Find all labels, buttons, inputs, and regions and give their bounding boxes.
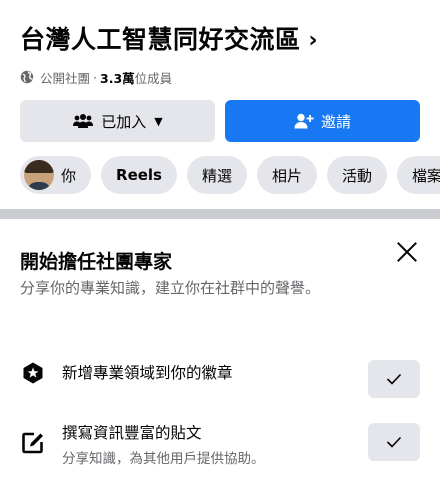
tab-reels[interactable]: Reels bbox=[101, 156, 177, 194]
meta-separator: · bbox=[93, 69, 97, 85]
chevron-right-icon[interactable]: › bbox=[309, 28, 318, 53]
group-meta: 公開社團 · 3.3萬 位成員 bbox=[20, 64, 420, 90]
badge-star-icon bbox=[20, 360, 46, 386]
task-label: 新增專業領域到你的徽章 bbox=[62, 364, 233, 382]
tab-featured-label: 精選 bbox=[201, 166, 232, 185]
caret-down-icon: ▼ bbox=[154, 114, 163, 128]
expert-card-title: 開始擔任社團專家 bbox=[20, 251, 173, 273]
task-label: 撰寫資訊豐富的貼文 bbox=[62, 424, 202, 442]
check-icon bbox=[386, 373, 402, 385]
tab-reels-label: Reels bbox=[116, 166, 162, 184]
tab-events-label: 活動 bbox=[342, 166, 373, 185]
tab-photos[interactable]: 相片 bbox=[257, 156, 318, 194]
tab-files[interactable]: 檔案 bbox=[397, 156, 440, 194]
task-write-post[interactable]: 撰寫資訊豐富的貼文 分享知識，為其他用戶提供協助。 bbox=[20, 422, 420, 470]
globe-icon bbox=[20, 70, 34, 84]
member-count[interactable]: 3.3萬 bbox=[100, 68, 135, 87]
compose-icon bbox=[20, 430, 46, 456]
invite-button[interactable]: 邀請 bbox=[225, 100, 420, 142]
expert-card-description: 分享你的專業知識，建立你在社群中的聲譽。 bbox=[20, 279, 321, 297]
group-header: 台灣人工智慧同好交流區 › 公開社團 · 3.3萬 位成員 已加入 ▼ 邀請 你… bbox=[0, 0, 440, 194]
tab-you-label: 你 bbox=[61, 166, 77, 185]
tab-events[interactable]: 活動 bbox=[327, 156, 388, 194]
tab-files-label: 檔案 bbox=[412, 166, 440, 185]
group-people-icon bbox=[73, 114, 94, 128]
group-title[interactable]: 台灣人工智慧同好交流區 bbox=[20, 20, 301, 56]
avatar bbox=[24, 160, 54, 190]
add-person-icon bbox=[294, 113, 314, 129]
check-icon bbox=[386, 436, 402, 448]
action-buttons: 已加入 ▼ 邀請 bbox=[20, 100, 420, 142]
member-suffix[interactable]: 位成員 bbox=[135, 68, 173, 87]
close-icon[interactable] bbox=[394, 239, 420, 265]
tab-you[interactable]: 你 bbox=[20, 156, 92, 194]
task-add-expertise[interactable]: 新增專業領域到你的徽章 bbox=[20, 360, 420, 398]
invite-label: 邀請 bbox=[320, 112, 351, 131]
section-divider bbox=[0, 209, 440, 219]
tab-featured[interactable]: 精選 bbox=[186, 156, 247, 194]
joined-button[interactable]: 已加入 ▼ bbox=[20, 100, 215, 142]
task-subtitle: 分享知識，為其他用戶提供協助。 bbox=[62, 451, 265, 467]
tab-photos-label: 相片 bbox=[272, 166, 303, 185]
joined-label: 已加入 bbox=[101, 112, 147, 131]
group-tabs: 你 Reels 精選 相片 活動 檔案 bbox=[0, 156, 440, 194]
check-button[interactable] bbox=[368, 423, 420, 461]
group-title-row[interactable]: 台灣人工智慧同好交流區 › bbox=[20, 18, 420, 58]
privacy-label: 公開社團 bbox=[40, 70, 91, 86]
check-button[interactable] bbox=[368, 360, 420, 398]
